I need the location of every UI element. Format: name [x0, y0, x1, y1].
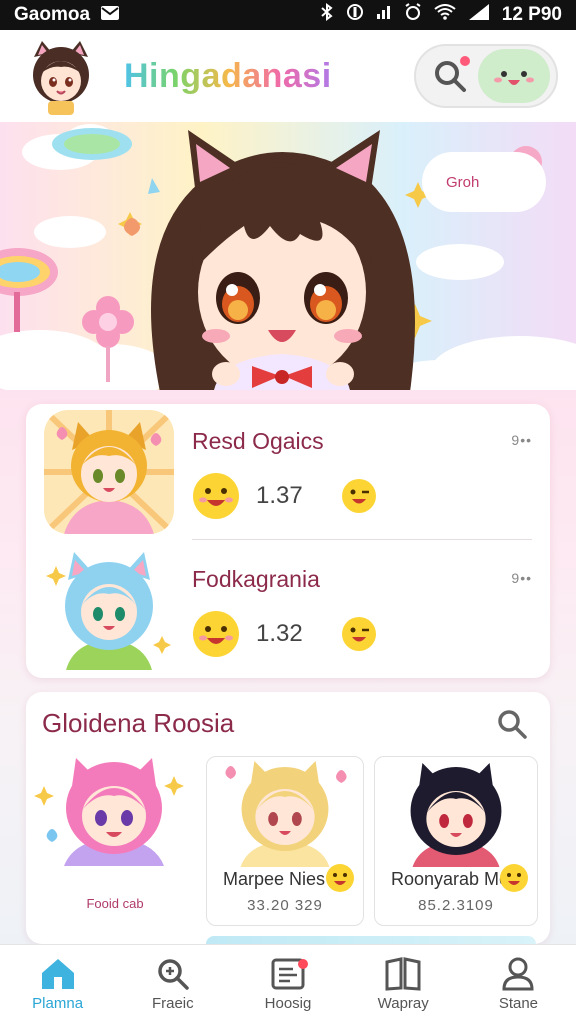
profile-icon — [502, 957, 534, 991]
smiley-icon — [193, 611, 239, 657]
app-header: Hingadanasi — [0, 30, 576, 122]
character-image — [225, 761, 347, 867]
wifi-icon — [434, 4, 456, 26]
next-row-preview — [206, 936, 536, 944]
list-item-count: 1.32 — [256, 620, 303, 647]
smiley-icon — [326, 864, 354, 892]
carrier-label: Gaomoa — [14, 4, 91, 25]
recommended-item-value: 33.20 329 — [247, 897, 323, 914]
recommended-item[interactable]: Marpee Nies 33.20 329 — [206, 756, 364, 926]
smiley-icon — [193, 473, 239, 519]
notification-badge — [298, 959, 309, 969]
search-icon — [498, 710, 527, 739]
mascot-button[interactable] — [478, 49, 550, 103]
section-title: Gloidena Roosia — [42, 708, 235, 738]
nav-label: Stane — [498, 995, 539, 1012]
book-icon — [385, 957, 421, 991]
recommended-item-value: 85.2.3109 — [418, 897, 494, 914]
nav-item-library[interactable]: Wapray — [346, 945, 461, 1024]
list-item-stats: 1.32 — [192, 610, 377, 658]
character-image — [34, 758, 184, 866]
list-item-thumbnail — [44, 546, 174, 670]
list-item-count: 1.37 — [256, 482, 303, 509]
list-item-title: Resd Ogaics — [192, 428, 324, 454]
message-icon — [100, 5, 120, 26]
bottom-navigation: Plamna Fraeic Hoosig Wapray Stane — [0, 944, 576, 1024]
nav-item-home[interactable]: Plamna — [0, 945, 115, 1024]
list-item[interactable]: Fodkagrania 9•• 1.32 — [26, 542, 550, 678]
status-time: 12 P90 — [501, 4, 562, 25]
nav-item-search[interactable]: Fraeic — [115, 945, 230, 1024]
app-title: Hingadanasi — [124, 56, 332, 95]
recommended-item-name: Marpee Nies — [223, 869, 326, 889]
list-item-stats: 1.37 — [192, 472, 377, 520]
search-button[interactable] — [426, 52, 474, 100]
list-item[interactable]: Resd Ogaics 9•• 1.37 — [26, 404, 550, 540]
home-icon — [41, 959, 74, 989]
more-options-icon[interactable]: 9•• — [511, 570, 532, 586]
section-search-button[interactable] — [492, 704, 532, 744]
trending-list-card: Resd Ogaics 9•• 1.37 Fodkagrania 9•• 1.3… — [26, 404, 550, 678]
row-divider — [192, 539, 532, 540]
cell-signal-icon — [468, 3, 490, 27]
wink-icon[interactable] — [341, 478, 377, 514]
status-bar: Gaomoa 12 P90 — [0, 0, 576, 30]
nav-item-profile[interactable]: Stane — [461, 945, 576, 1024]
more-options-icon[interactable]: 9•• — [511, 432, 532, 448]
bluetooth-icon — [320, 3, 334, 27]
hero-banner[interactable]: Groh — [0, 122, 576, 390]
smiley-icon — [500, 864, 528, 892]
user-avatar[interactable] — [20, 35, 102, 117]
banner-tag[interactable]: Groh — [422, 152, 546, 212]
signal-small-icon — [376, 4, 392, 26]
recommended-item[interactable]: Fooid cab — [34, 756, 196, 926]
nav-label: Plamna — [32, 995, 84, 1012]
wink-icon[interactable] — [341, 616, 377, 652]
search-icon — [158, 959, 189, 990]
nav-item-inbox[interactable]: Hoosig — [230, 945, 345, 1024]
character-image — [410, 763, 502, 867]
mascot-face-icon — [494, 71, 534, 85]
alarm-icon — [404, 3, 422, 27]
recommended-item-caption: Fooid cab — [86, 896, 144, 911]
recommended-item[interactable]: Roonyarab Moa 85.2.3109 — [374, 756, 538, 926]
nav-label: Wapray — [377, 995, 429, 1012]
nav-label: Fraeic — [151, 995, 194, 1012]
vibrate-icon — [346, 3, 364, 27]
notification-dot — [460, 56, 470, 66]
nav-label: Hoosig — [264, 995, 312, 1012]
header-actions — [414, 44, 558, 108]
recommended-card: Gloidena Roosia Fooid cab Marpee Nies 33… — [26, 692, 550, 944]
list-item-title: Fodkagrania — [192, 566, 320, 592]
list-item-thumbnail — [44, 410, 174, 534]
